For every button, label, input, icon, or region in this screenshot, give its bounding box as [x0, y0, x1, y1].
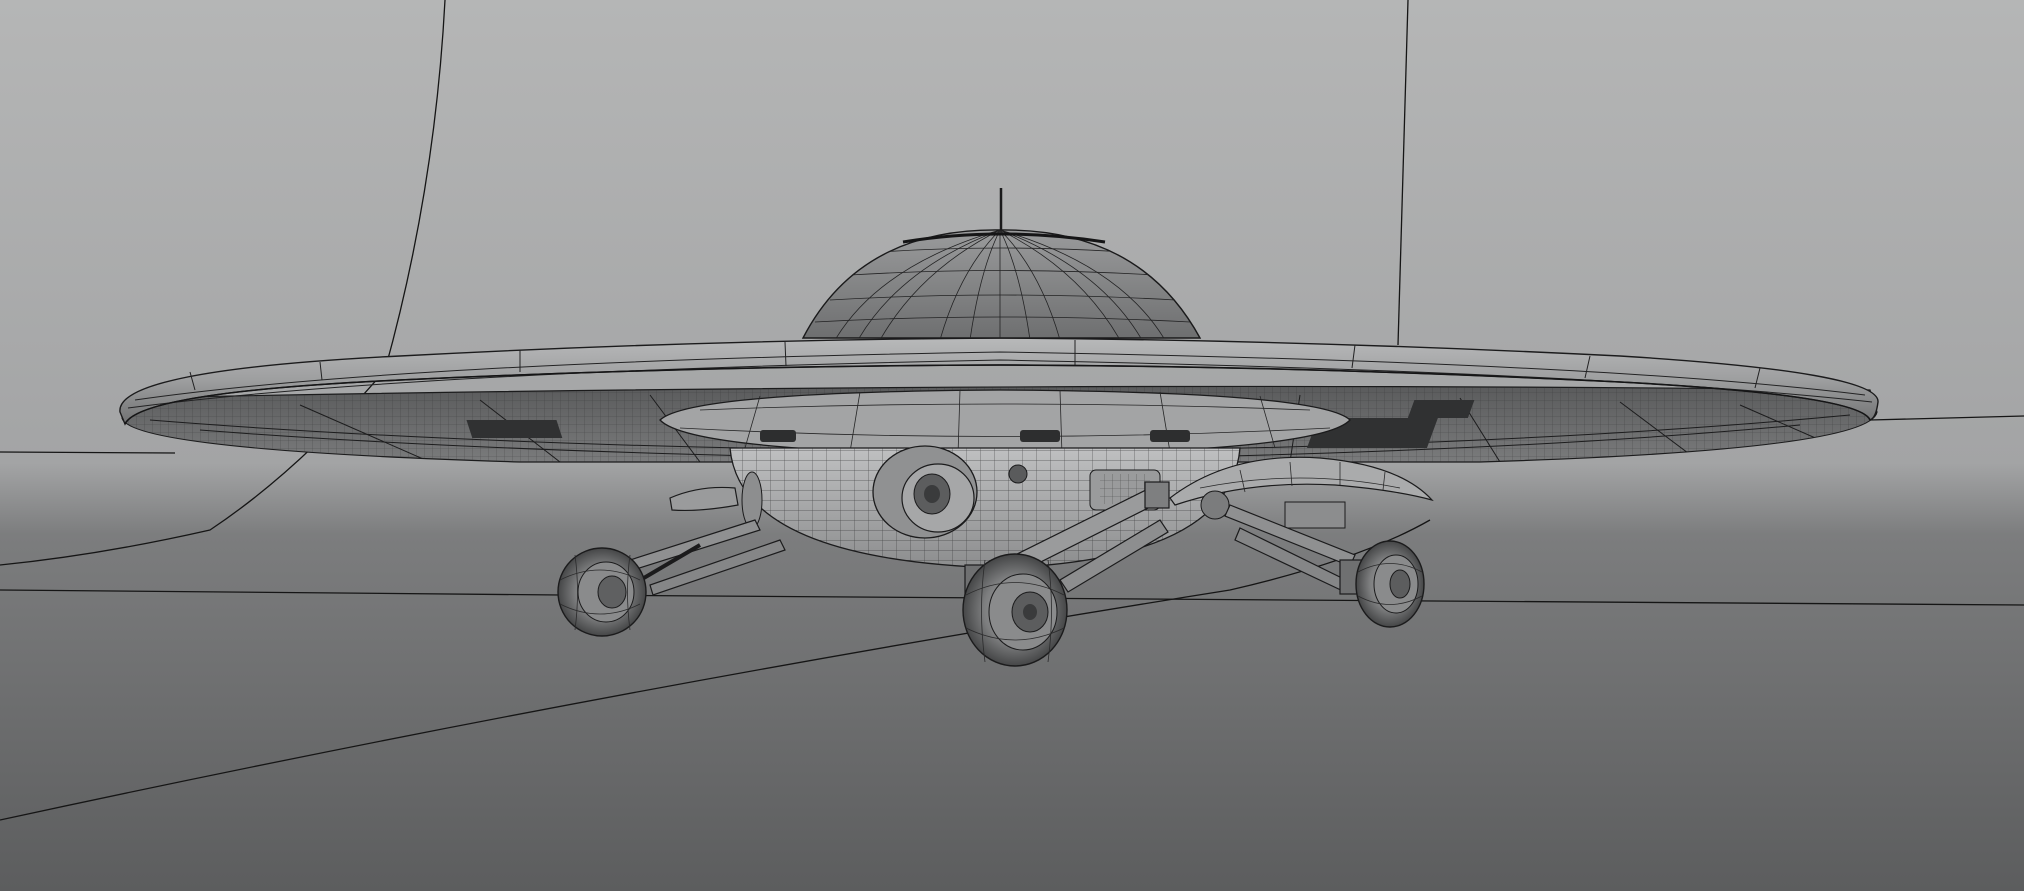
- scene-canvas[interactable]: [0, 0, 2024, 891]
- engine-nacelle: [872, 445, 978, 539]
- wheel-right: [1355, 540, 1425, 628]
- lower-hull-ring: [659, 389, 1351, 456]
- wheel-front: [962, 553, 1068, 667]
- wheel-left: [557, 547, 647, 637]
- 3d-viewport[interactable]: [0, 0, 2024, 891]
